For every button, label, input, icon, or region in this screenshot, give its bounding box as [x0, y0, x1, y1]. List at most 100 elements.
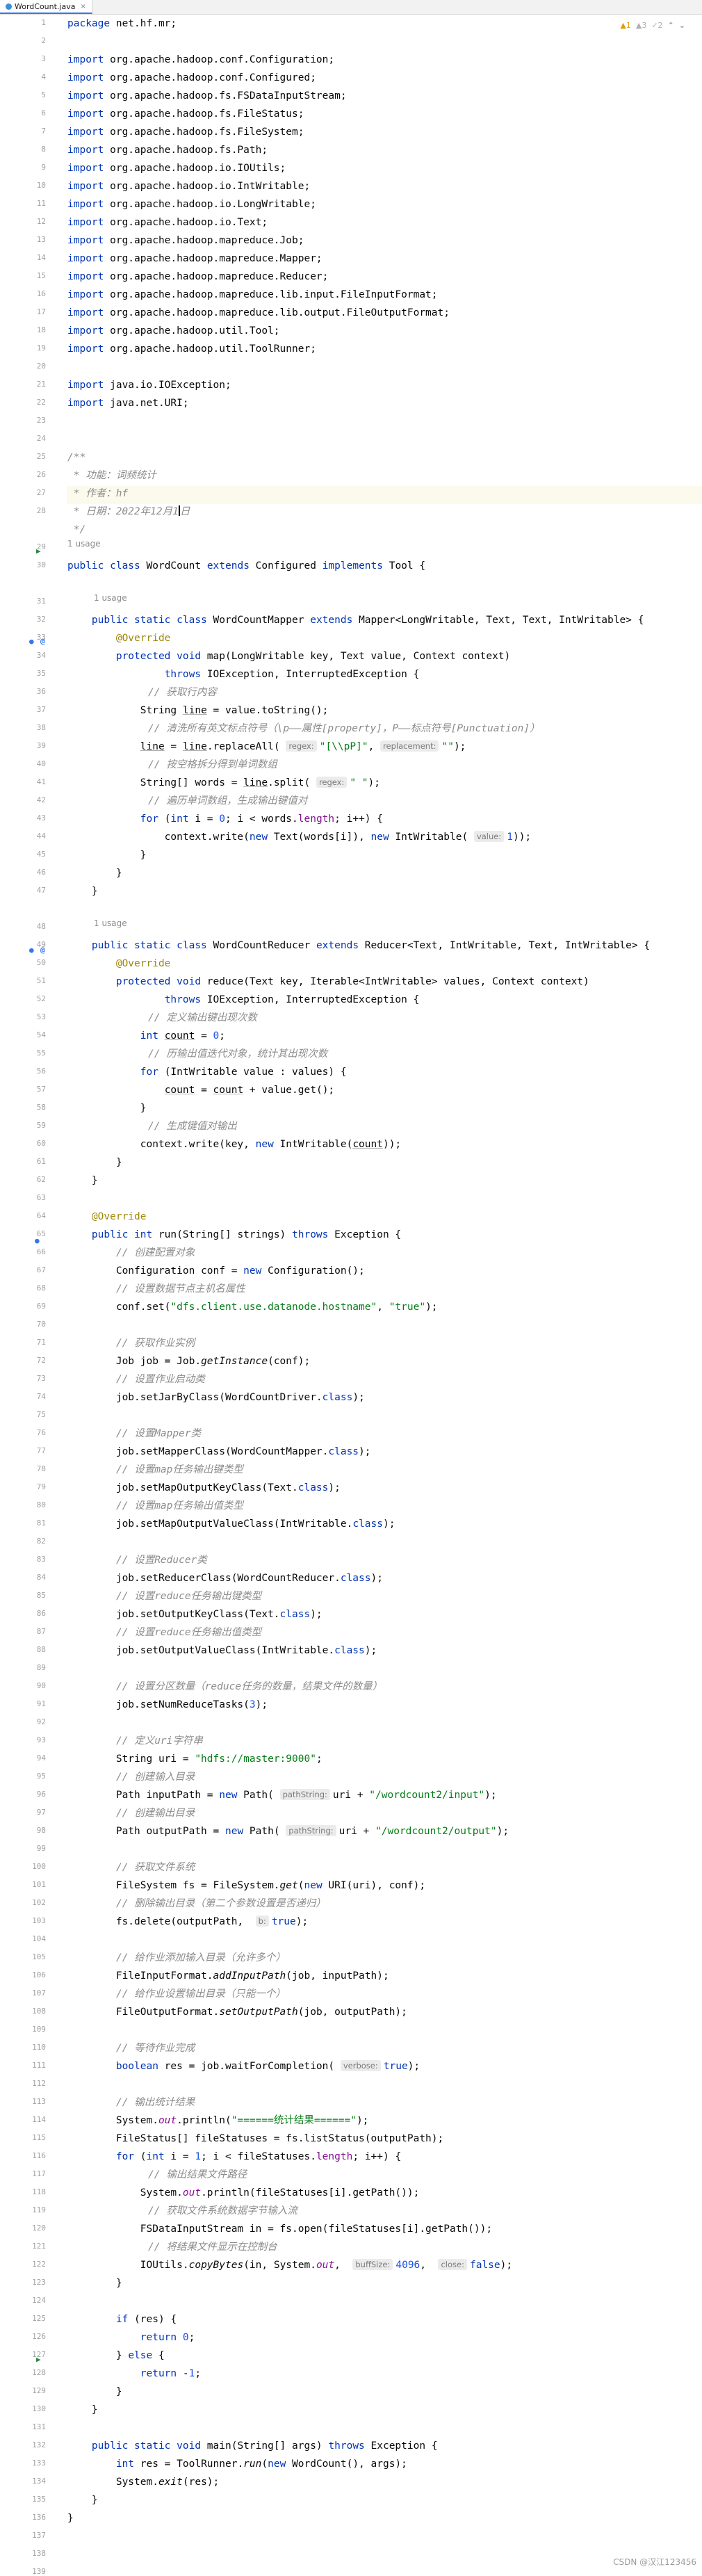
- code-comment: // 设置Mapper类: [116, 1428, 202, 1439]
- line-number: 116: [32, 2151, 46, 2160]
- line-number: 27: [36, 488, 46, 497]
- code-line: String line = value.toString();: [67, 705, 329, 716]
- import-line: import org.apache.hadoop.fs.Path;: [67, 145, 268, 156]
- line-number: 91: [36, 1699, 46, 1708]
- typo-count[interactable]: ✓2: [651, 21, 662, 30]
- line-number: 55: [36, 1048, 46, 1058]
- line-number: 122: [32, 2260, 46, 2269]
- code-line: package net.hf.mr;: [67, 18, 177, 29]
- code-line: }: [67, 886, 98, 897]
- code-line: job.setReducerClass(WordCountReducer.cla…: [67, 1573, 383, 1584]
- code-line: String uri = "hdfs://master:9000";: [67, 1753, 323, 1765]
- line-number: 101: [32, 1880, 46, 1889]
- line-number: 16: [36, 289, 46, 298]
- override-method-icon[interactable]: @: [40, 946, 45, 955]
- line-number: 119: [32, 2205, 46, 2214]
- line-number: 12: [36, 217, 46, 226]
- line-number: 26: [36, 470, 46, 479]
- line-number: 40: [36, 759, 46, 768]
- line-number: 138: [32, 2549, 46, 2558]
- tab-wordcount-java[interactable]: WordCount.java ×: [0, 0, 92, 14]
- code-comment: // 按空格拆分得到单词数组: [148, 759, 277, 770]
- usage-hint[interactable]: 1 usage: [67, 539, 101, 557]
- override-method-icon[interactable]: @: [40, 637, 45, 646]
- line-number: 22: [36, 398, 46, 407]
- line-number: 69: [36, 1302, 46, 1311]
- line-number: 98: [36, 1826, 46, 1835]
- run-icon[interactable]: ▶: [36, 2355, 41, 2364]
- code-line: job.setMapOutputKeyClass(Text.class);: [67, 1482, 341, 1493]
- code-line: @Override: [91, 1211, 147, 1222]
- weak-warning-count[interactable]: ▲3: [636, 21, 646, 30]
- code-line: String[] words = line.split( regex: " ");: [67, 777, 381, 788]
- code-line: }: [67, 2513, 74, 2524]
- code-line: FileStatus[] fileStatuses = fs.listStatu…: [67, 2133, 444, 2144]
- line-number: 90: [36, 1681, 46, 1690]
- line-number: 118: [32, 2187, 46, 2196]
- warning-count[interactable]: ▲1: [620, 21, 630, 30]
- code-line: IOUtils.copyBytes(in, System.out, buffSi…: [67, 2259, 513, 2271]
- usage-hint[interactable]: 1 usage: [94, 918, 127, 937]
- code-comment: // 删除输出目录（第二个参数设置是否递归）: [116, 1898, 326, 1909]
- code-comment: // 输出统计结果: [116, 2097, 195, 2108]
- line-number: 36: [36, 687, 46, 696]
- line-number: 114: [32, 2115, 46, 2124]
- line-number: 94: [36, 1753, 46, 1763]
- line-number: 121: [32, 2242, 46, 2251]
- line-number: 70: [36, 1320, 46, 1329]
- code-comment: // 清洗所有英文标点符号（\p——属性[property]，P——标点符号[P…: [148, 723, 540, 734]
- implements-method-icon[interactable]: ●: [29, 637, 34, 646]
- line-number: 132: [32, 2440, 46, 2449]
- line-number: 115: [32, 2133, 46, 2142]
- usage-hint[interactable]: 1 usage: [94, 593, 127, 611]
- line-number: 62: [36, 1175, 46, 1184]
- implements-method-icon[interactable]: ●: [35, 1236, 40, 1245]
- import-line: import org.apache.hadoop.mapreduce.Job;: [67, 235, 304, 246]
- code-line: Path outputPath = new Path( pathString: u…: [67, 1825, 509, 1837]
- implements-method-icon[interactable]: ●: [29, 946, 34, 955]
- code-comment: // 获取文件系统数据字节输入流: [148, 2205, 297, 2217]
- code-comment: // 生成键值对输出: [148, 1121, 237, 1132]
- line-number: 21: [36, 380, 46, 389]
- line-number: 84: [36, 1573, 46, 1582]
- line-number: 128: [32, 2368, 46, 2377]
- line-number: 92: [36, 1717, 46, 1726]
- code-line: count = count + value.get();: [164, 1085, 335, 1096]
- line-number: 77: [36, 1446, 46, 1455]
- chevron-down-icon[interactable]: ⌄: [679, 21, 685, 30]
- line-number: 104: [32, 1934, 46, 1943]
- code-line: context.write(new Text(words[i]), new In…: [67, 831, 532, 843]
- line-number: 41: [36, 777, 46, 786]
- line-number: 58: [36, 1103, 46, 1112]
- line-number: 93: [36, 1735, 46, 1744]
- line-number: 89: [36, 1663, 46, 1672]
- code-line: }: [67, 1103, 147, 1114]
- line-number: 102: [32, 1898, 46, 1907]
- line-number: 38: [36, 723, 46, 732]
- line-number: 11: [36, 199, 46, 208]
- chevron-up-icon[interactable]: ⌃: [668, 21, 674, 30]
- close-icon[interactable]: ×: [80, 3, 85, 10]
- inspection-indicators[interactable]: ▲1 ▲3 ✓2 ⌃ ⌄: [620, 21, 685, 30]
- code-line: throws IOException, InterruptedException…: [164, 669, 420, 680]
- code-line: job.setMapOutputValueClass(IntWritable.c…: [67, 1518, 395, 1530]
- line-number: 82: [36, 1537, 46, 1546]
- code-comment: // 创建输出目录: [116, 1808, 195, 1819]
- code-line: for (IntWritable value : values) {: [140, 1067, 347, 1078]
- code-line: return 0;: [140, 2332, 195, 2343]
- line-number: 25: [36, 452, 46, 461]
- import-line: import org.apache.hadoop.mapreduce.Reduc…: [67, 271, 329, 282]
- code-line: System.out.println(fileStatuses[i].getPa…: [67, 2187, 420, 2198]
- line-number: 108: [32, 2007, 46, 2016]
- line-number: 64: [36, 1211, 46, 1220]
- import-line: import org.apache.hadoop.mapreduce.lib.i…: [67, 289, 438, 300]
- code-line: if (res) {: [115, 2314, 177, 2325]
- line-number: 100: [32, 1862, 46, 1871]
- line-number: 8: [41, 145, 46, 154]
- line-number: 136: [32, 2513, 46, 2522]
- line-number: 97: [36, 1808, 46, 1817]
- run-icon[interactable]: ▶: [36, 546, 41, 556]
- code-comment: // 获取作业实例: [116, 1338, 195, 1349]
- line-number: 52: [36, 994, 46, 1003]
- line-number: 75: [36, 1410, 46, 1419]
